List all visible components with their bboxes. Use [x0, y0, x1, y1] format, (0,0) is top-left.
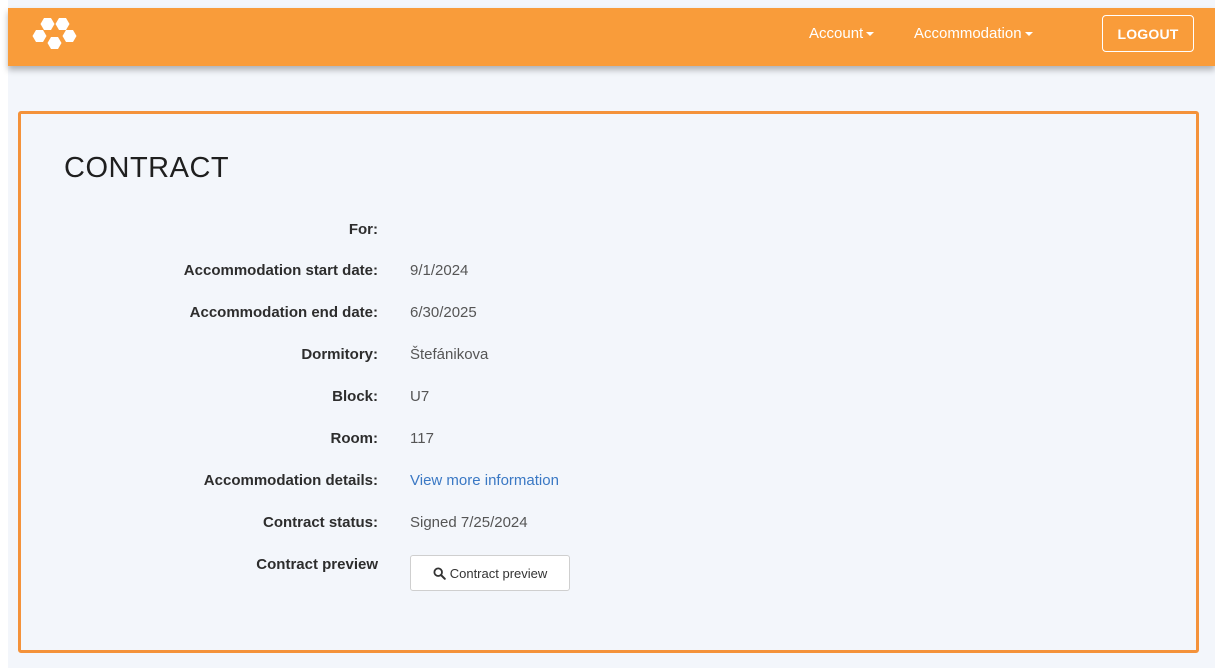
- label-block: Block:: [332, 388, 378, 405]
- caret-down-icon: [1024, 32, 1033, 37]
- label-contract-preview: Contract preview: [256, 556, 378, 573]
- nav-menu-account[interactable]: Account: [809, 25, 875, 42]
- label-contract-status: Contract status:: [262, 514, 378, 531]
- page-title: CONTRACT: [64, 152, 230, 184]
- value-end-date: 6/30/2025: [410, 304, 477, 321]
- label-for: For:: [348, 221, 378, 238]
- nav-account-label: Account: [809, 25, 864, 42]
- top-navbar: Account Accommodation LOGOUT: [8, 8, 1215, 66]
- label-end-date: Accommodation end date:: [189, 304, 378, 321]
- value-room: 117: [410, 430, 434, 447]
- logout-button[interactable]: LOGOUT: [1102, 15, 1194, 52]
- view-more-information-link[interactable]: View more information: [410, 472, 559, 489]
- search-icon: [433, 566, 446, 580]
- label-accommodation-details: Accommodation details:: [203, 472, 378, 489]
- contract-preview-button-label: Contract preview: [449, 565, 548, 581]
- nav-menu-accommodation[interactable]: Accommodation: [914, 25, 1033, 42]
- logo-icon[interactable]: [30, 15, 84, 55]
- value-block: U7: [410, 388, 430, 405]
- label-dormitory: Dormitory:: [301, 346, 378, 363]
- value-contract-status: Signed 7/25/2024: [410, 514, 528, 531]
- value-start-date: 9/1/2024: [410, 262, 469, 279]
- contract-preview-button[interactable]: Contract preview: [410, 555, 570, 591]
- caret-down-icon: [866, 32, 875, 37]
- contract-panel: [18, 111, 1199, 653]
- nav-accommodation-label: Accommodation: [914, 25, 1022, 42]
- label-room: Room:: [330, 430, 379, 447]
- value-dormitory: Štefánikova: [410, 346, 489, 363]
- label-start-date: Accommodation start date:: [183, 262, 378, 279]
